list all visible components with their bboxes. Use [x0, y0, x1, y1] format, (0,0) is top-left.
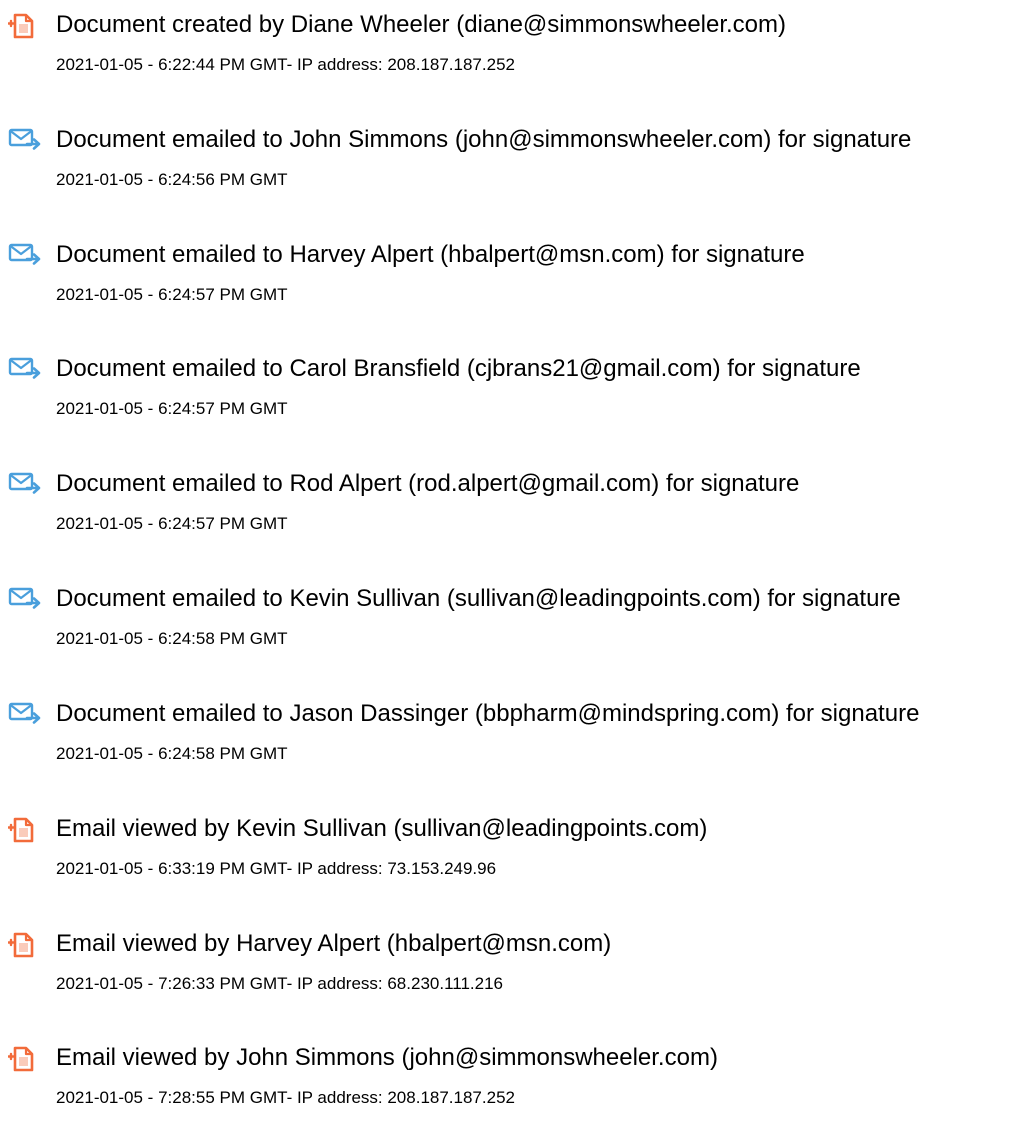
entry-title: Document emailed to Kevin Sullivan (sull…	[56, 585, 901, 612]
log-entry: Document emailed to Jason Dassinger (bbp…	[0, 689, 1016, 789]
entry-timestamp: 2021-01-05 - 6:24:58 PM GMT	[56, 744, 288, 763]
entry-title: Email viewed by John Simmons (john@simmo…	[56, 1044, 718, 1071]
log-entry: Document emailed to Rod Alpert (rod.alpe…	[0, 459, 1016, 559]
document-icon	[8, 12, 42, 40]
entry-timestamp: 2021-01-05 - 6:24:57 PM GMT	[56, 514, 288, 533]
log-entry: Document emailed to John Simmons (john@s…	[0, 115, 1016, 215]
log-entry: Email viewed by Harvey Alpert (hbalpert@…	[0, 919, 1016, 1019]
log-entry: Email viewed by John Simmons (john@simmo…	[0, 1033, 1016, 1133]
log-entry: Document emailed to Carol Bransfield (cj…	[0, 344, 1016, 444]
entry-timestamp: 2021-01-05 - 6:24:57 PM GMT	[56, 285, 288, 304]
entry-timestamp: 2021-01-05 - 6:24:58 PM GMT	[56, 629, 288, 648]
log-entry: Document emailed to Kevin Sullivan (sull…	[0, 574, 1016, 674]
entry-timestamp: 2021-01-05 - 6:22:44 PM GMT- IP address:…	[56, 55, 515, 74]
email-sent-icon	[8, 127, 42, 155]
entry-timestamp: 2021-01-05 - 6:33:19 PM GMT- IP address:…	[56, 859, 497, 878]
entry-title: Document emailed to Jason Dassinger (bbp…	[56, 700, 920, 727]
email-sent-icon	[8, 356, 42, 384]
entry-title: Document emailed to Harvey Alpert (hbalp…	[56, 241, 805, 268]
log-entry: Document created by Diane Wheeler (diane…	[0, 0, 1016, 100]
entry-title: Email viewed by Kevin Sullivan (sullivan…	[56, 815, 708, 842]
email-sent-icon	[8, 586, 42, 614]
document-icon	[8, 1045, 42, 1073]
email-sent-icon	[8, 242, 42, 270]
entry-title: Email viewed by Harvey Alpert (hbalpert@…	[56, 930, 612, 957]
document-icon	[8, 816, 42, 844]
entry-title: Document emailed to Carol Bransfield (cj…	[56, 355, 861, 382]
document-icon	[8, 931, 42, 959]
log-entry: Email viewed by Kevin Sullivan (sullivan…	[0, 804, 1016, 904]
entry-title: Document emailed to John Simmons (john@s…	[56, 126, 912, 153]
entry-timestamp: 2021-01-05 - 7:28:55 PM GMT- IP address:…	[56, 1088, 515, 1107]
entry-timestamp: 2021-01-05 - 6:24:57 PM GMT	[56, 399, 288, 418]
email-sent-icon	[8, 701, 42, 729]
log-entry: Document emailed to Harvey Alpert (hbalp…	[0, 230, 1016, 330]
entry-title: Document created by Diane Wheeler (diane…	[56, 11, 787, 38]
entry-title: Document emailed to Rod Alpert (rod.alpe…	[56, 470, 800, 497]
email-sent-icon	[8, 471, 42, 499]
entry-timestamp: 2021-01-05 - 6:24:56 PM GMT	[56, 170, 288, 189]
entry-timestamp: 2021-01-05 - 7:26:33 PM GMT- IP address:…	[56, 974, 503, 993]
